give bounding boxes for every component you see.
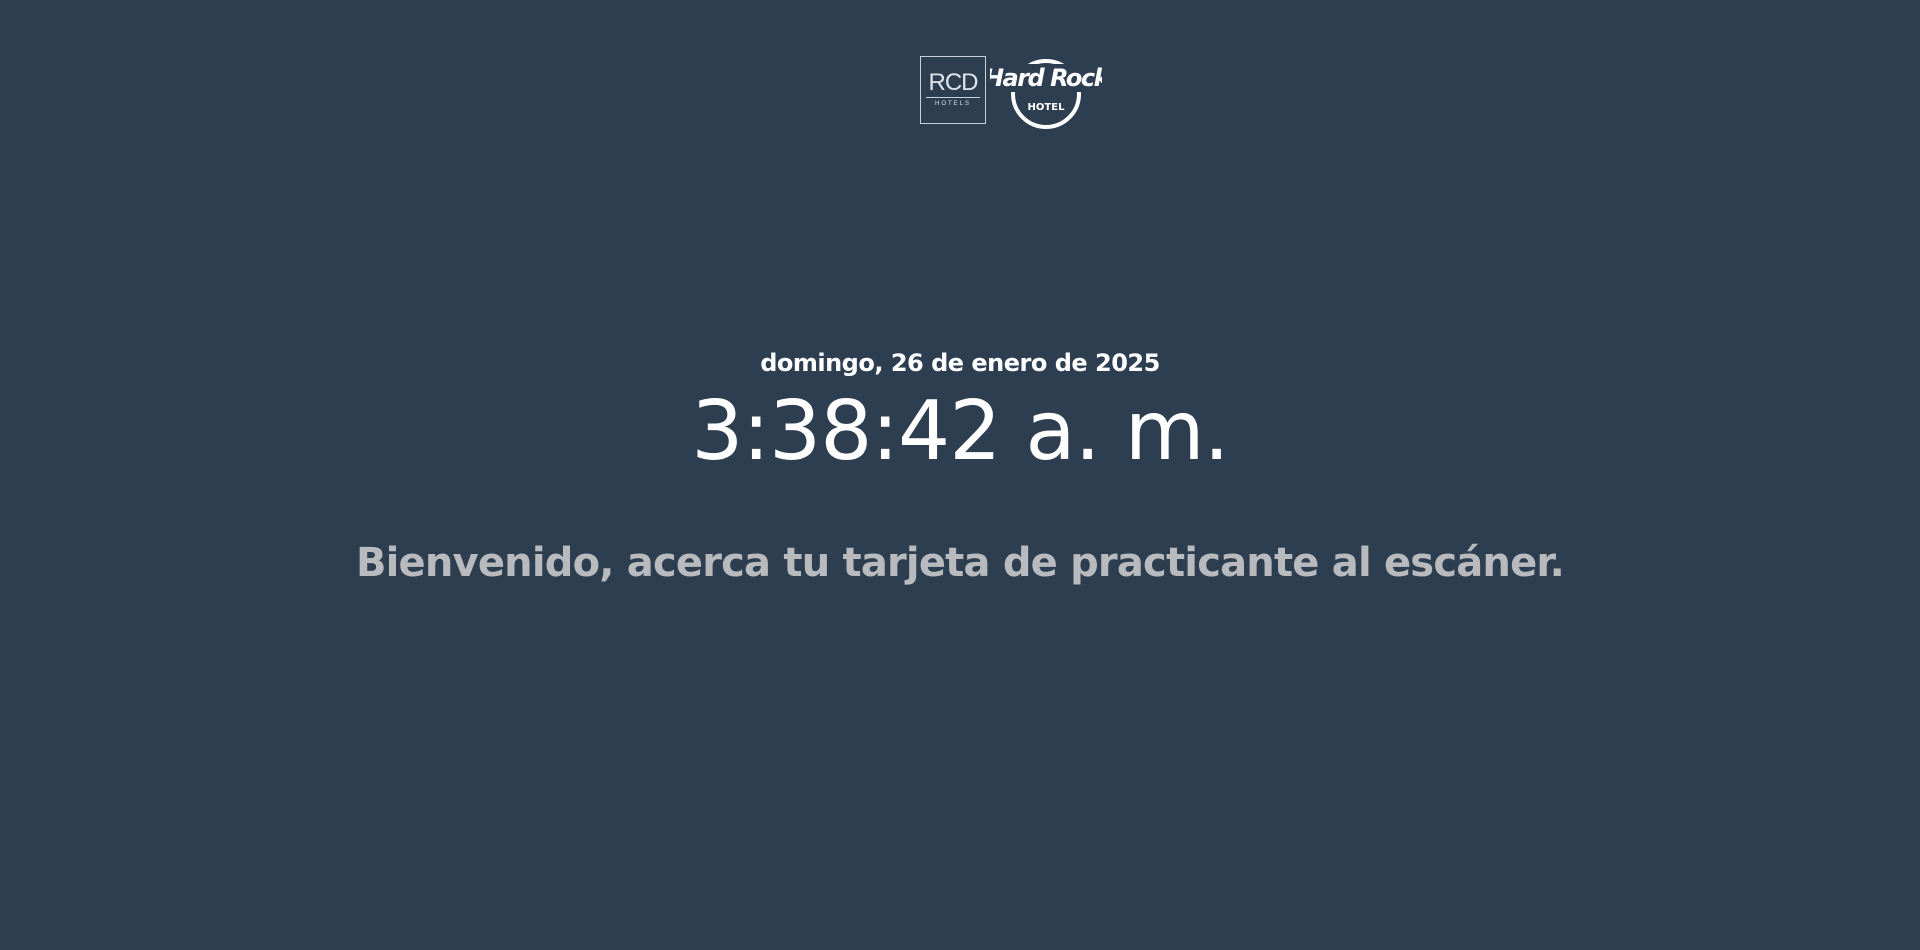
current-date: domingo, 26 de enero de 2025: [760, 349, 1160, 377]
rcd-hotels-logo: RCD HOTELS: [920, 56, 986, 124]
header-logos: RCD HOTELS Hard Rock HOTEL: [0, 56, 1920, 130]
rcd-logo-divider: [926, 97, 980, 98]
rcd-logo-text: RCD: [928, 69, 979, 96]
welcome-message: Bienvenido, acerca tu tarjeta de practic…: [355, 540, 1565, 586]
rcd-logo-subtext: HOTELS: [934, 101, 971, 107]
hard-rock-logo-subtext: HOTEL: [1028, 102, 1066, 113]
hard-rock-logo-text: Hard Rock: [990, 64, 1102, 92]
current-time: 3:38:42 a. m.: [691, 384, 1230, 479]
hard-rock-hotel-logo: Hard Rock HOTEL: [990, 59, 1102, 129]
